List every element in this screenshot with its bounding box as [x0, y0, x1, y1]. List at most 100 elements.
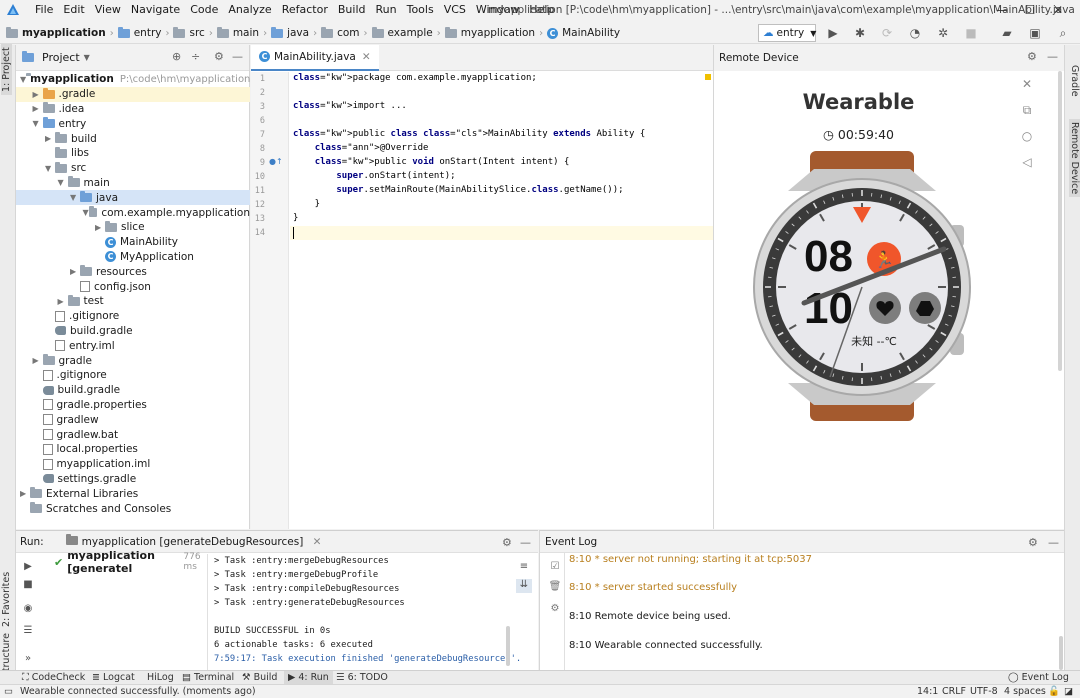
hot-reload-icon[interactable]: ✲: [934, 24, 952, 42]
tab-todo[interactable]: ☰ 6: TODO: [336, 671, 388, 685]
status-message[interactable]: Wearable connected successfully. (moment…: [20, 685, 256, 698]
tree-item[interactable]: entry.iml: [16, 338, 250, 353]
chevron-down-icon[interactable]: ▼: [20, 75, 26, 84]
tree-item[interactable]: C MyApplication: [16, 250, 250, 265]
chevron-right-icon[interactable]: ▶: [20, 489, 30, 498]
scroll-to-end-icon[interactable]: ⇊: [516, 579, 532, 593]
search-icon[interactable]: ⌕: [1054, 24, 1072, 42]
file-encoding[interactable]: UTF-8: [970, 685, 998, 698]
device-manager-icon[interactable]: ▣: [1026, 24, 1044, 42]
collapse-icon[interactable]: ÷: [191, 50, 200, 63]
scrollbar[interactable]: [506, 626, 510, 666]
tree-item[interactable]: ▶ gradle: [16, 353, 250, 368]
tree-item[interactable]: ▼ main: [16, 176, 250, 191]
menu-file[interactable]: File: [30, 0, 58, 20]
chevron-right-icon[interactable]: ▶: [95, 223, 105, 232]
menu-analyze[interactable]: Analyze: [223, 0, 276, 20]
override-gutter-icon[interactable]: ●↑: [269, 157, 283, 166]
tab-mainability-java[interactable]: C MainAbility.java ✕: [251, 44, 379, 71]
hide-icon[interactable]: —: [1047, 50, 1058, 63]
breadcrumb-item[interactable]: entry ›: [117, 26, 169, 39]
hide-icon[interactable]: —: [520, 536, 531, 549]
tree-item[interactable]: libs: [16, 146, 250, 161]
cursor-position[interactable]: 14:1: [917, 685, 938, 698]
chevron-down-icon[interactable]: ▼: [33, 119, 43, 128]
breadcrumb-item[interactable]: src ›: [173, 26, 213, 39]
breadcrumb-item[interactable]: java ›: [271, 26, 317, 39]
tree-item[interactable]: myapplication.iml: [16, 457, 250, 472]
debug-icon[interactable]: ✱: [851, 24, 869, 42]
hide-icon[interactable]: —: [232, 50, 243, 63]
lock-icon[interactable]: 🔓: [1048, 685, 1060, 698]
menu-view[interactable]: View: [90, 0, 126, 20]
profiler-icon[interactable]: ◔: [906, 24, 924, 42]
rerun-icon[interactable]: ▶: [20, 561, 36, 575]
chevron-right-icon[interactable]: ▶: [33, 104, 43, 113]
tab-event-log[interactable]: ◯ Event Log: [1008, 671, 1069, 685]
tree-item[interactable]: ▼ entry: [16, 116, 250, 131]
tree-item[interactable]: ▼ java: [16, 190, 250, 206]
run-config-tab[interactable]: myapplication [generateDebugResources] ✕: [65, 533, 321, 548]
close-icon[interactable]: ✕: [362, 51, 371, 63]
soft-wrap-icon[interactable]: ≡: [516, 561, 532, 575]
tree-item[interactable]: ▶ build: [16, 131, 250, 146]
gear-icon[interactable]: ⚙: [1027, 50, 1037, 63]
breadcrumb-item[interactable]: main ›: [216, 26, 267, 39]
hide-icon[interactable]: —: [1048, 536, 1059, 549]
tab-build[interactable]: ⚒ Build: [242, 671, 277, 685]
breadcrumb-item[interactable]: example ›: [371, 26, 441, 39]
code-line[interactable]: super.onStart(intent);: [293, 171, 455, 181]
breadcrumb-item[interactable]: C MainAbility: [547, 27, 620, 39]
menu-run[interactable]: Run: [371, 0, 402, 20]
tree-item[interactable]: ▼ src: [16, 161, 250, 176]
tab-gradle[interactable]: Gradle: [1069, 65, 1080, 97]
breadcrumb-item[interactable]: myapplication ›: [6, 26, 114, 39]
breadcrumb-item[interactable]: com ›: [321, 26, 368, 39]
chevron-down-icon[interactable]: ▼: [83, 208, 90, 217]
chevron-down-icon[interactable]: ▼: [70, 193, 80, 202]
tree-item[interactable]: .gitignore: [16, 368, 250, 383]
code-line[interactable]: class="kw">public void onStart(Intent in…: [293, 157, 570, 167]
chevron-right-icon[interactable]: ▶: [58, 297, 68, 306]
chevron-right-icon[interactable]: ▶: [33, 90, 43, 99]
tree-item[interactable]: config.json: [16, 279, 250, 294]
tab-run[interactable]: ▶ 4: Run: [284, 671, 333, 685]
home-icon[interactable]: ○: [1020, 129, 1034, 143]
tree-item[interactable]: ▶ .idea: [16, 102, 250, 117]
run-config-select[interactable]: ☁ entry ▼: [758, 24, 816, 42]
tree-item[interactable]: gradlew: [16, 412, 250, 427]
chevron-right-icon[interactable]: ▶: [45, 134, 55, 143]
chevron-right-icon[interactable]: ▶: [33, 356, 43, 365]
gear-icon[interactable]: ⚙: [502, 536, 512, 549]
tab-terminal[interactable]: ▤ Terminal: [182, 671, 234, 685]
tree-item[interactable]: ▼ myapplication P:\code\hm\myapplication: [16, 72, 250, 87]
tree-item[interactable]: settings.gradle: [16, 472, 250, 487]
stop-icon[interactable]: ■: [962, 24, 980, 42]
breadcrumb-item[interactable]: myapplication ›: [444, 26, 543, 39]
project-view-select[interactable]: Project: [42, 51, 80, 64]
trash-icon[interactable]: 🗑: [548, 581, 562, 592]
code-line[interactable]: }: [293, 199, 320, 209]
tree-item[interactable]: ▶ External Libraries: [16, 486, 250, 501]
code-line[interactable]: class="ann">@Override: [293, 143, 429, 153]
menu-edit[interactable]: Edit: [58, 0, 89, 20]
run-tree-item[interactable]: ✔ myapplication [generatel 776 ms: [38, 549, 207, 575]
rotate-icon[interactable]: ⧉: [1020, 103, 1034, 117]
tab-logcat[interactable]: ≣ Logcat: [92, 671, 135, 685]
tree-item[interactable]: ▶ .gradle: [16, 86, 250, 102]
run-console[interactable]: > Task :entry:mergeDebugResources > Task …: [212, 554, 521, 670]
tab-favorites[interactable]: 2: Favorites: [1, 572, 12, 627]
tree-item[interactable]: ▶ test: [16, 294, 250, 309]
tree-item[interactable]: gradle.properties: [16, 398, 250, 413]
menu-code[interactable]: Code: [185, 0, 223, 20]
stop-icon[interactable]: ■: [20, 579, 36, 593]
tab-project[interactable]: 1: Project: [1, 44, 12, 95]
chevron-down-icon[interactable]: ▼: [58, 178, 68, 187]
settings-icon[interactable]: ⚙: [548, 603, 562, 614]
tree-item[interactable]: ▶ slice: [16, 220, 250, 235]
tree-item[interactable]: gradlew.bat: [16, 427, 250, 442]
gear-icon[interactable]: ⚙: [1028, 536, 1038, 549]
tree-item[interactable]: ▼ com.example.myapplication: [16, 205, 250, 220]
code-line[interactable]: }: [293, 213, 298, 223]
attach-debugger-icon[interactable]: ⟳: [878, 24, 896, 42]
